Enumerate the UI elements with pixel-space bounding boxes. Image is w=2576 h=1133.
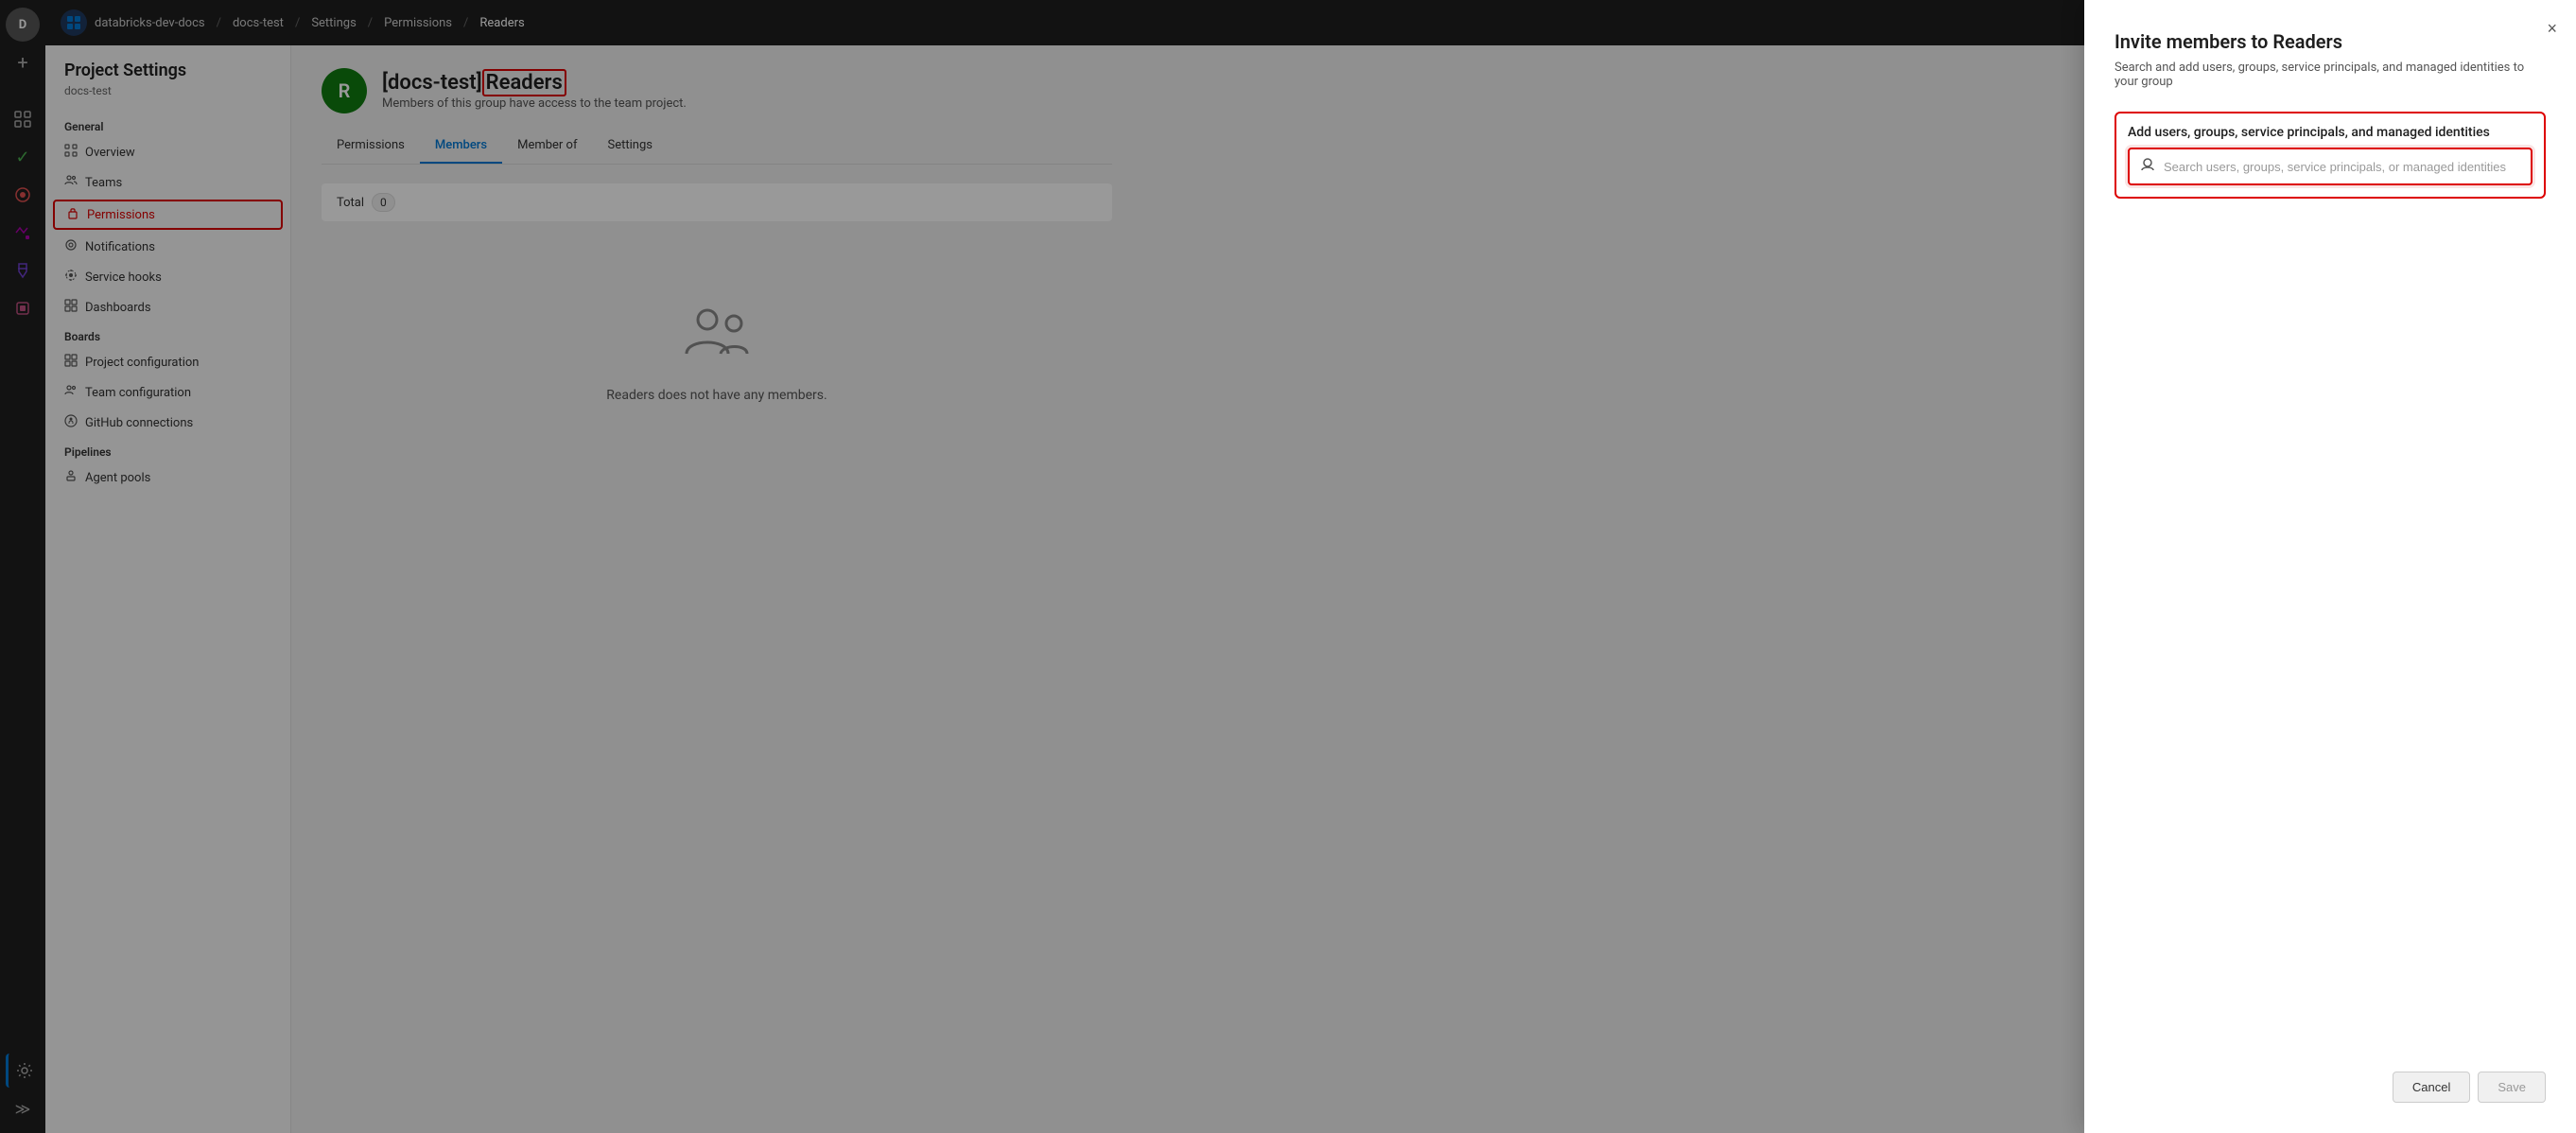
modal-overlay: Invite members to Readers Search and add… <box>0 0 2576 1133</box>
invite-modal: Invite members to Readers Search and add… <box>2084 0 2576 1133</box>
modal-title: Invite members to Readers <box>2115 30 2546 53</box>
modal-footer: Cancel Save <box>2115 1049 2546 1103</box>
search-section-label: Add users, groups, service principals, a… <box>2128 125 2532 140</box>
modal-close-btn[interactable]: × <box>2547 19 2557 39</box>
search-section: Add users, groups, service principals, a… <box>2115 112 2546 199</box>
search-box <box>2128 148 2532 185</box>
search-person-icon <box>2141 157 2156 176</box>
save-button[interactable]: Save <box>2478 1072 2546 1103</box>
modal-subtitle: Search and add users, groups, service pr… <box>2115 61 2546 89</box>
search-users-input[interactable] <box>2164 160 2519 174</box>
cancel-button[interactable]: Cancel <box>2393 1072 2470 1103</box>
